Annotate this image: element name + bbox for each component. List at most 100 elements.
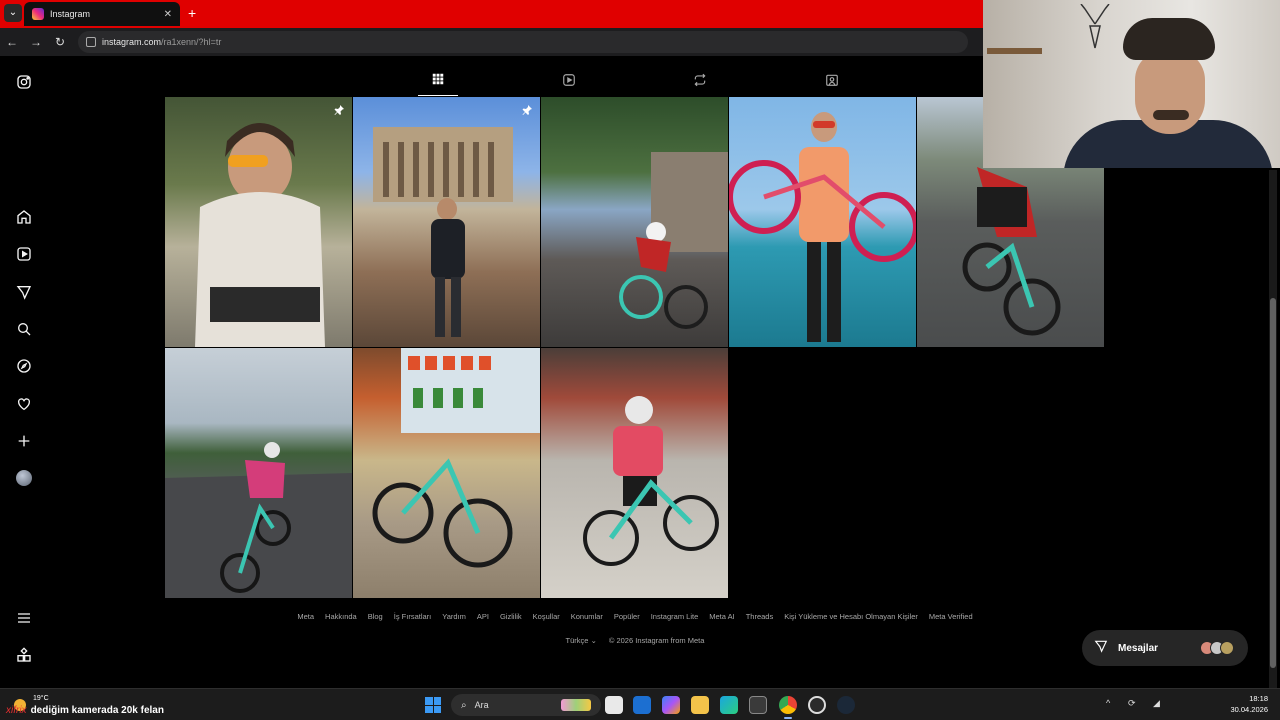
footer-link[interactable]: Meta (297, 612, 314, 621)
scrollbar[interactable] (1269, 170, 1277, 688)
tab-reels[interactable] (549, 68, 589, 96)
back-icon[interactable]: ← (0, 35, 24, 49)
streamer-mustache (1153, 110, 1189, 120)
profile-avatar[interactable] (16, 470, 32, 486)
post-4[interactable] (729, 97, 916, 347)
send-icon[interactable] (16, 284, 32, 300)
scroll-thumb[interactable] (1270, 298, 1276, 668)
footer-link[interactable]: Blog (368, 612, 383, 621)
chrome-icon[interactable] (779, 696, 797, 719)
tab-search-button[interactable]: ⌄ (4, 4, 22, 22)
post-2[interactable] (353, 97, 540, 347)
url-input[interactable]: instagram.com /ra1xenn/?hl=tr (78, 31, 968, 53)
url-path: /ra1xenn/?hl=tr (161, 37, 222, 47)
post-image (619, 152, 728, 329)
post-3[interactable] (541, 97, 728, 347)
post-6[interactable] (165, 348, 352, 598)
sidebar (0, 56, 50, 688)
footer-link[interactable]: Koşullar (533, 612, 560, 621)
post-image (165, 442, 352, 598)
chevron-up-icon[interactable]: ^ (1106, 698, 1110, 708)
meta-apps-icon[interactable] (16, 647, 32, 663)
footer-bottom: Türkçe ⌄ © 2026 Instagram from Meta (165, 636, 1105, 645)
tab-title: Instagram (50, 9, 91, 19)
post-image (372, 348, 540, 568)
footer-link[interactable]: Popüler (614, 612, 640, 621)
close-icon[interactable]: ✕ (164, 9, 172, 20)
clock[interactable]: 18:18 30.04.2026 (1228, 693, 1268, 715)
post-image (373, 127, 513, 337)
grid-icon (431, 72, 445, 91)
site-info-icon[interactable] (86, 37, 96, 47)
new-tab-icon[interactable]: + (188, 5, 196, 21)
footer-link[interactable]: Yardım (442, 612, 466, 621)
store-icon[interactable] (749, 696, 767, 714)
compass-icon[interactable] (16, 358, 32, 374)
search-highlight-icon (561, 699, 591, 711)
deer-wall-art (1080, 4, 1110, 49)
edge-icon[interactable] (720, 696, 738, 714)
streamer-hair (1123, 18, 1215, 60)
post-7[interactable] (353, 348, 540, 598)
footer-link[interactable]: Meta AI (709, 612, 734, 621)
home-icon[interactable] (16, 209, 32, 225)
post-image (195, 123, 325, 347)
chevron-down-icon: ⌄ (590, 636, 597, 645)
forward-icon[interactable]: → (24, 35, 48, 49)
search-icon[interactable] (16, 321, 32, 337)
heart-icon[interactable] (16, 396, 32, 412)
taskbar-search[interactable]: ⌕ Ara (451, 694, 601, 716)
footer-link[interactable]: Gizlilik (500, 612, 522, 621)
steam-icon[interactable] (837, 696, 855, 714)
file-explorer-icon[interactable] (691, 696, 709, 714)
footer-link[interactable]: Hakkında (325, 612, 357, 621)
windows-start-icon[interactable] (425, 697, 441, 713)
footer-link[interactable]: İş Fırsatları (394, 612, 432, 621)
messages-label: Mesajlar (1118, 642, 1159, 654)
contact-avatar (1220, 641, 1234, 655)
footer-link[interactable]: Konumlar (571, 612, 603, 621)
clock-time: 18:18 (1249, 694, 1268, 703)
task-view-icon[interactable] (605, 696, 623, 714)
tab-posts[interactable] (418, 68, 458, 96)
weather-temperature[interactable]: 19°C (33, 695, 49, 702)
obs-icon[interactable] (808, 696, 826, 714)
address-bar: ← → ↻ instagram.com /ra1xenn/?hl=tr (0, 28, 983, 56)
language-label: Türkçe (565, 636, 589, 645)
footer-link[interactable]: Instagram Lite (651, 612, 699, 621)
copilot-icon[interactable] (662, 696, 680, 714)
footer-link[interactable]: Meta Verified (929, 612, 973, 621)
post-8[interactable] (541, 348, 728, 598)
streamer-face (1135, 50, 1205, 134)
messages-button[interactable]: Mesajlar (1082, 630, 1248, 666)
screen: ⌄ Instagram ✕ + ← → ↻ instagram.com /ra1… (0, 0, 1280, 720)
menu-icon[interactable] (16, 610, 32, 626)
sync-icon[interactable]: ⟳ (1128, 698, 1136, 709)
instagram-logo-icon[interactable] (16, 74, 32, 90)
language-select[interactable]: Türkçe ⌄ (566, 636, 597, 645)
repost-icon (693, 73, 707, 92)
reload-icon[interactable]: ↻ (48, 35, 72, 49)
reels-icon[interactable] (16, 246, 32, 262)
tab-tagged[interactable] (812, 68, 852, 96)
search-label: Ara (474, 700, 489, 710)
reels-icon (562, 73, 576, 92)
footer-link[interactable]: API (477, 612, 489, 621)
footer-link[interactable]: Kişi Yükleme ve Hesabı Olmayan Kişiler (784, 612, 918, 621)
tab-reposts[interactable] (680, 68, 720, 96)
outlook-icon[interactable] (633, 696, 651, 714)
url-host: instagram.com (102, 37, 162, 47)
search-icon: ⌕ (461, 699, 467, 711)
tray-app-icon[interactable]: ◢ (1153, 698, 1160, 709)
copyright: © 2026 Instagram from Meta (608, 636, 705, 645)
browser-tab[interactable]: Instagram ✕ (24, 2, 180, 26)
caption-text: dediğim kamerada 20k felan (30, 705, 164, 716)
taskbar: 19°C xifrix dediğim kamerada 20k felan ⌕ … (0, 688, 1280, 720)
footer-link[interactable]: Threads (746, 612, 774, 621)
plus-icon[interactable] (16, 433, 32, 449)
streamer-logo: xifrix (6, 705, 27, 716)
post-1[interactable] (165, 97, 352, 347)
profile-tabs (345, 68, 925, 98)
post-image (583, 396, 719, 566)
pin-icon (521, 103, 533, 115)
